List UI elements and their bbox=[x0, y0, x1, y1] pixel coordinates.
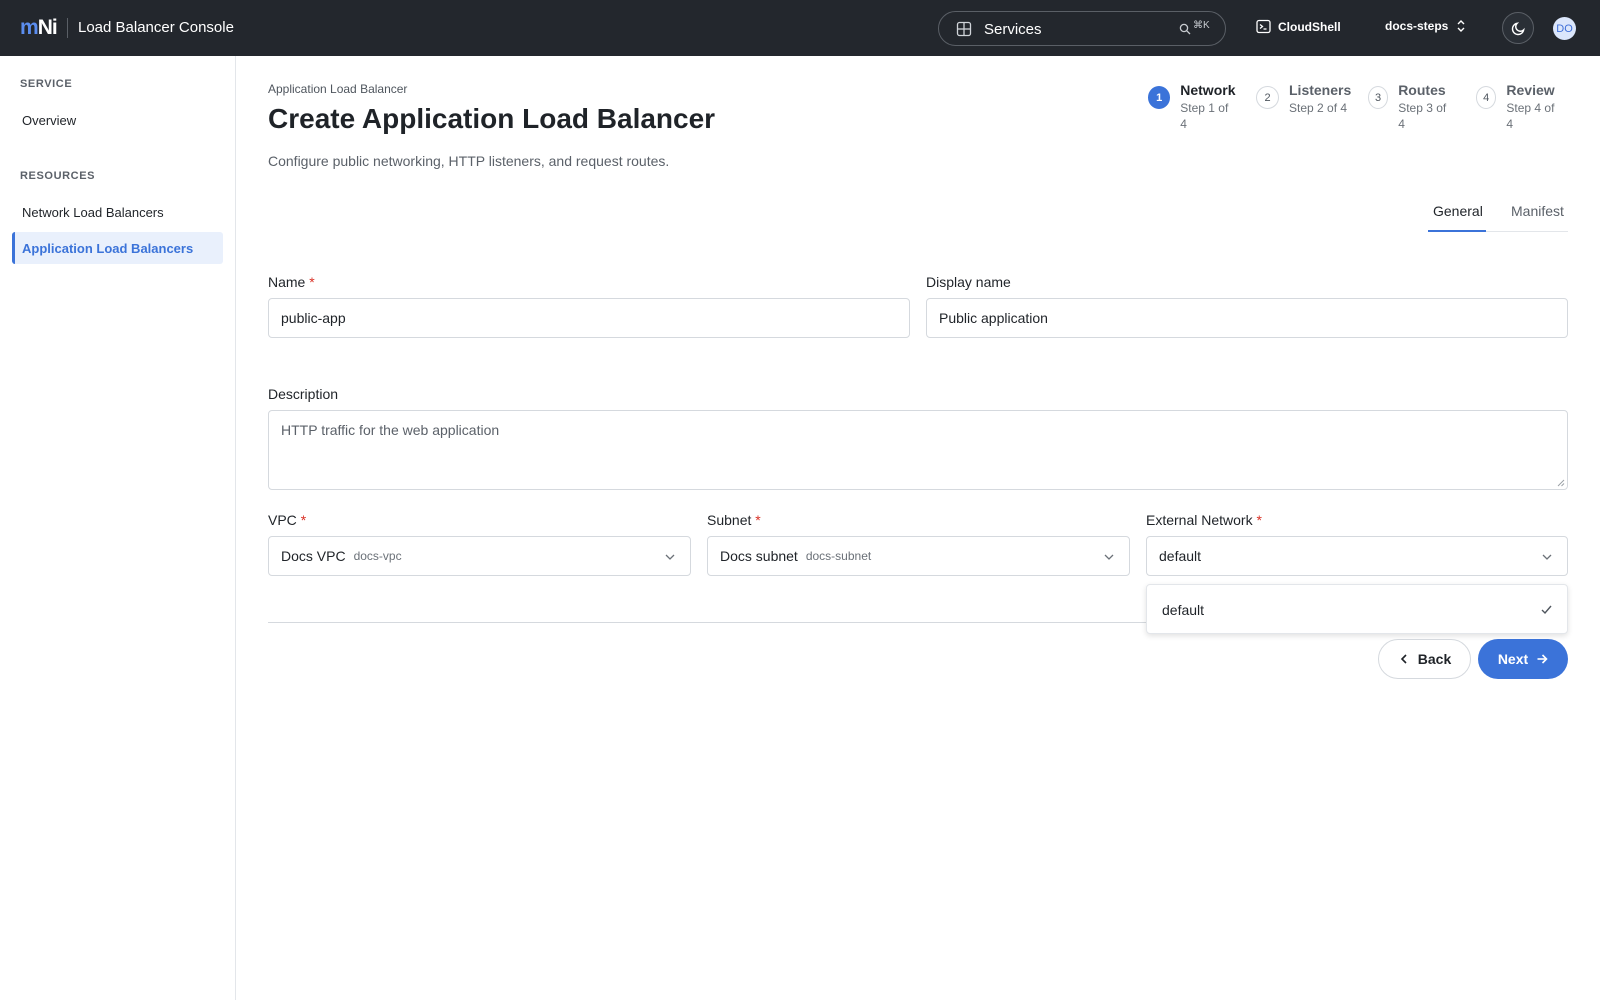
terminal-icon bbox=[1256, 19, 1271, 34]
name-label: Name * bbox=[268, 274, 315, 290]
project-label: docs-steps bbox=[1385, 19, 1449, 33]
required-mark: * bbox=[755, 512, 761, 528]
cloudshell-label: CloudShell bbox=[1278, 19, 1341, 34]
chevron-updown-icon bbox=[1457, 20, 1465, 32]
search-label: Services bbox=[984, 21, 1042, 38]
chevron-down-icon bbox=[1104, 554, 1114, 560]
step-number: 4 bbox=[1476, 86, 1497, 109]
theme-toggle-button[interactable] bbox=[1502, 12, 1534, 44]
dropdown-option-default[interactable]: default bbox=[1162, 602, 1204, 618]
vpc-label-text: VPC bbox=[268, 512, 297, 528]
vpc-selected-value: Docs VPC bbox=[281, 548, 346, 564]
step-review[interactable]: 4 Review Step 4 of 4 bbox=[1476, 82, 1557, 132]
logo-m: m bbox=[20, 16, 39, 39]
step-number: 3 bbox=[1368, 86, 1389, 109]
chevron-left-icon bbox=[1400, 654, 1407, 664]
tab-general[interactable]: General bbox=[1433, 203, 1483, 219]
active-tab-indicator bbox=[1428, 230, 1486, 232]
step-title: Review bbox=[1506, 82, 1555, 98]
step-title: Routes bbox=[1398, 82, 1446, 98]
required-mark: * bbox=[309, 274, 315, 290]
sidebar-item-network-load-balancers[interactable]: Network Load Balancers bbox=[12, 196, 223, 228]
step-title: Listeners bbox=[1289, 82, 1352, 98]
subnet-selected-value: Docs subnet bbox=[720, 548, 798, 564]
name-label-text: Name bbox=[268, 274, 306, 290]
moon-icon bbox=[1511, 21, 1525, 35]
step-subtitle: Step 1 of 4 bbox=[1180, 101, 1229, 131]
description-label: Description bbox=[268, 386, 339, 402]
breadcrumb[interactable]: Application Load Balancer bbox=[268, 82, 407, 96]
form-tabs: General Manifest bbox=[1428, 196, 1568, 232]
back-button[interactable]: Back bbox=[1378, 639, 1471, 679]
next-button-label: Next bbox=[1497, 651, 1529, 667]
step-routes[interactable]: 3 Routes Step 3 of 4 bbox=[1368, 82, 1448, 132]
next-button[interactable]: Next bbox=[1478, 639, 1568, 679]
external-network-dropdown-menu: default bbox=[1146, 584, 1568, 634]
cloudshell-button[interactable]: CloudShell bbox=[1256, 19, 1341, 34]
name-input[interactable]: public-app bbox=[268, 298, 910, 338]
logo-ni: Ni bbox=[37, 16, 58, 39]
subnet-selected-id: docs-subnet bbox=[805, 549, 872, 563]
required-mark: * bbox=[1256, 512, 1262, 528]
chevron-down-icon bbox=[1542, 554, 1552, 560]
subnet-label: Subnet * bbox=[707, 512, 761, 528]
resize-handle-icon[interactable] bbox=[1557, 479, 1565, 487]
topbar-divider bbox=[67, 18, 68, 38]
display-name-input[interactable]: Public application bbox=[926, 298, 1568, 338]
vpc-select[interactable]: Docs VPC docs-vpc bbox=[268, 536, 691, 576]
vpc-selected-id: docs-vpc bbox=[353, 549, 402, 563]
step-title: Network bbox=[1180, 82, 1236, 98]
top-navigation-bar: m Ni Load Balancer Console Services ⌘K Cl… bbox=[0, 0, 1600, 56]
external-network-label: External Network * bbox=[1146, 512, 1262, 528]
step-subtitle: Step 4 of 4 bbox=[1506, 101, 1555, 131]
required-mark: * bbox=[300, 512, 307, 528]
subnet-label-text: Subnet bbox=[707, 512, 752, 528]
sidebar: SERVICE Overview RESOURCES Network Load … bbox=[0, 56, 236, 1000]
brand-logo[interactable]: m Ni bbox=[20, 16, 58, 39]
sidebar-section-resources: RESOURCES bbox=[20, 170, 96, 182]
page-title: Create Application Load Balancer bbox=[268, 103, 716, 134]
display-name-label: Display name bbox=[926, 274, 1011, 290]
form-divider bbox=[268, 622, 1148, 623]
external-network-select[interactable]: default bbox=[1146, 536, 1568, 576]
step-subtitle: Step 2 of 4 bbox=[1289, 101, 1348, 115]
step-number: 1 bbox=[1148, 86, 1171, 109]
external-network-label-text: External Network bbox=[1146, 512, 1253, 528]
external-network-selected-value: default bbox=[1159, 548, 1202, 564]
vpc-label: VPC * bbox=[268, 512, 306, 528]
console-title: Load Balancer Console bbox=[78, 19, 234, 36]
search-icon bbox=[1179, 23, 1191, 35]
sidebar-section-service: SERVICE bbox=[20, 78, 73, 90]
user-avatar[interactable]: DO bbox=[1553, 17, 1576, 40]
description-textarea[interactable]: HTTP traffic for the web application bbox=[268, 410, 1568, 490]
description-text: HTTP traffic for the web application bbox=[281, 422, 500, 438]
sidebar-item-application-load-balancers[interactable]: Application Load Balancers bbox=[12, 232, 223, 264]
step-network[interactable]: 1 Network Step 1 of 4 bbox=[1148, 82, 1236, 132]
project-selector[interactable]: docs-steps bbox=[1385, 19, 1467, 33]
sidebar-item-overview[interactable]: Overview bbox=[12, 104, 223, 136]
search-shortcut: ⌘K bbox=[1193, 20, 1210, 31]
step-listeners[interactable]: 2 Listeners Step 2 of 4 bbox=[1256, 82, 1351, 116]
chevron-down-icon bbox=[665, 554, 675, 560]
subnet-select[interactable]: Docs subnet docs-subnet bbox=[707, 536, 1130, 576]
services-search[interactable]: Services ⌘K bbox=[938, 11, 1226, 46]
step-subtitle: Step 3 of 4 bbox=[1398, 101, 1447, 131]
page-description: Configure public networking, HTTP listen… bbox=[268, 153, 670, 169]
back-button-label: Back bbox=[1417, 651, 1452, 667]
check-icon bbox=[1541, 605, 1552, 615]
grid-icon bbox=[956, 21, 972, 37]
step-number: 2 bbox=[1256, 86, 1279, 109]
arrow-right-icon bbox=[1537, 654, 1548, 664]
tab-manifest[interactable]: Manifest bbox=[1511, 203, 1564, 219]
